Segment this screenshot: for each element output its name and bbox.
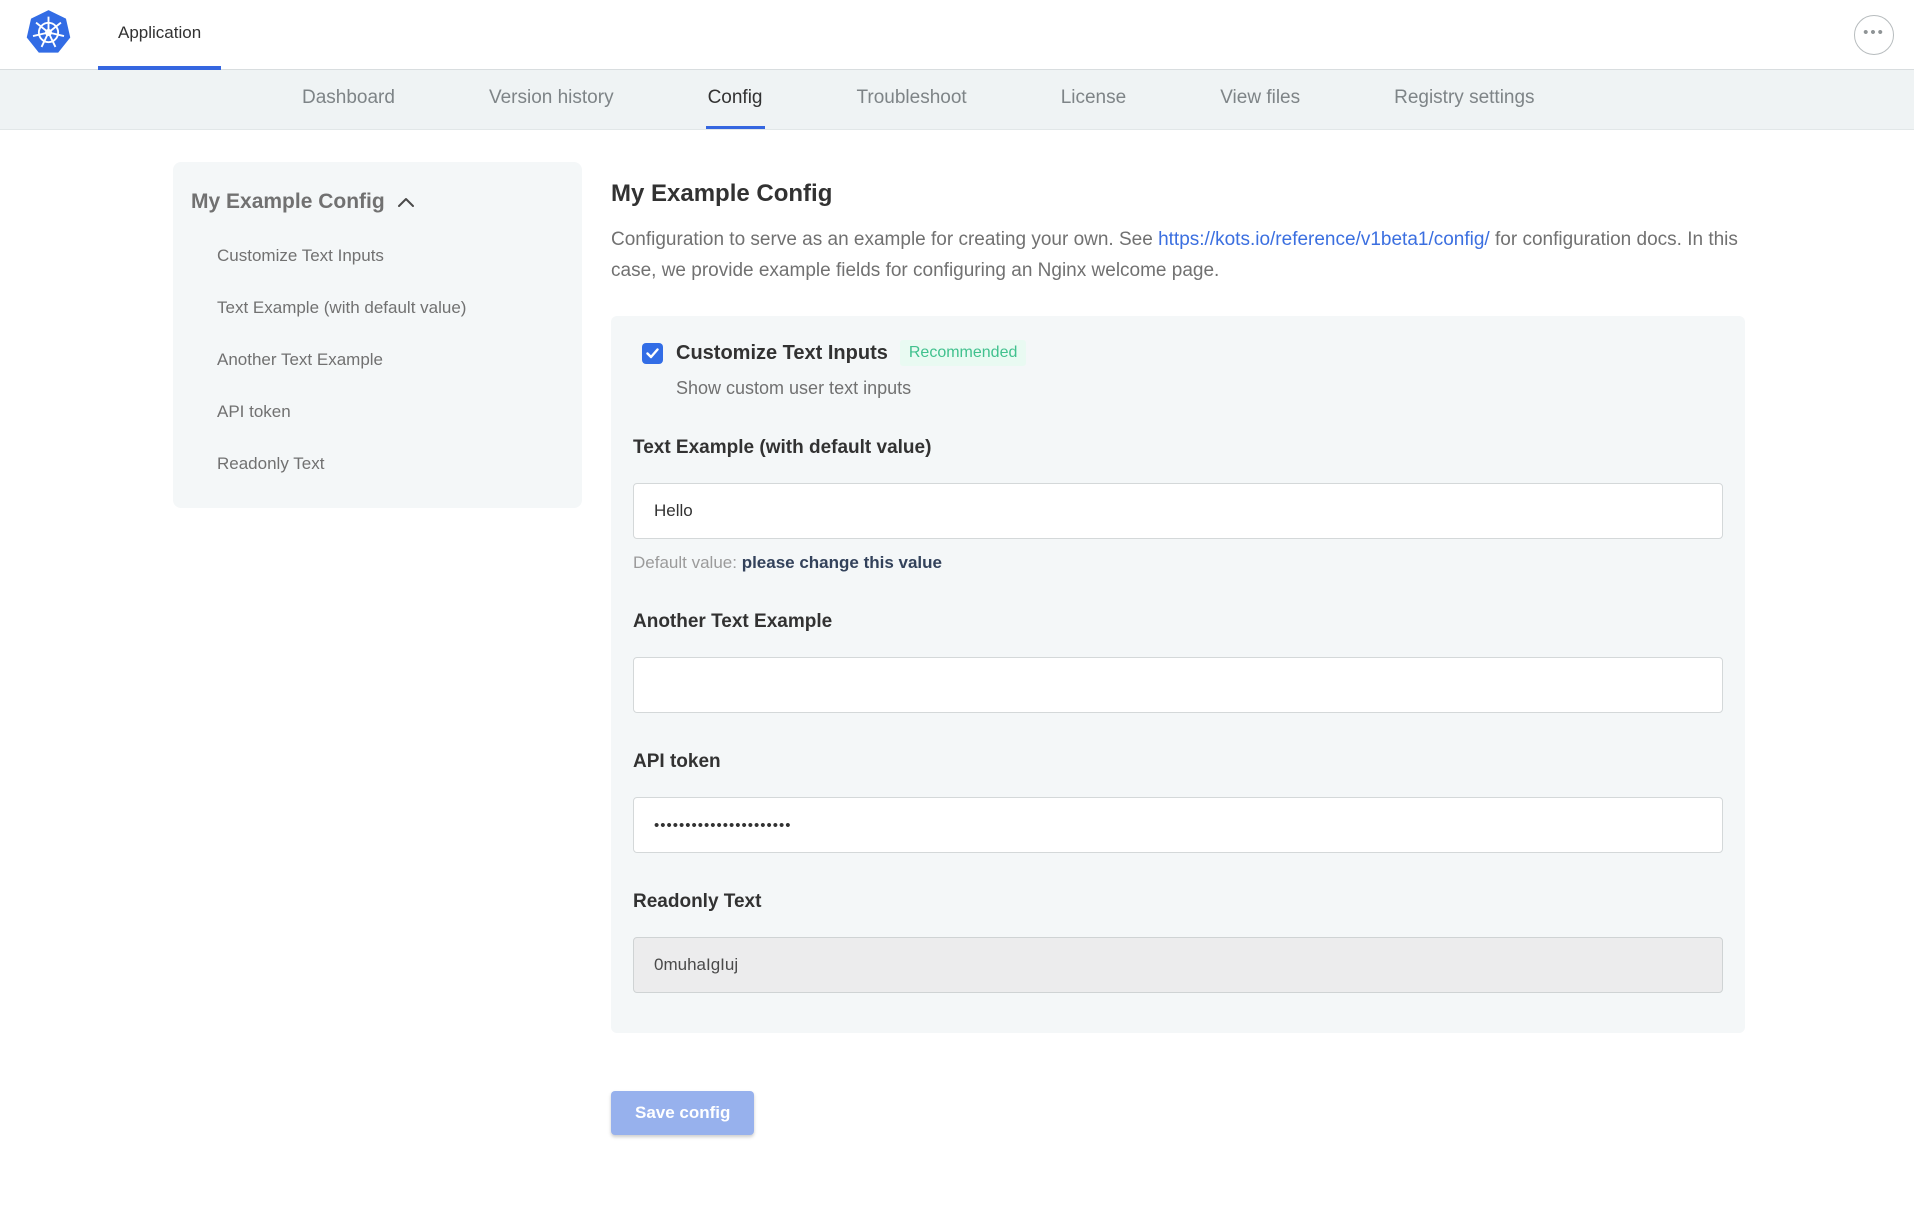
sidebar-item-customize-text-inputs[interactable]: Customize Text Inputs (217, 246, 560, 266)
page-title: My Example Config (611, 180, 1745, 208)
tab-view-files[interactable]: View files (1218, 70, 1302, 129)
text-example-label: Text Example (with default value) (633, 437, 1723, 459)
chevron-up-icon (397, 190, 415, 214)
another-text-example-input[interactable] (633, 657, 1723, 713)
config-docs-link[interactable]: https://kots.io/reference/v1beta1/config… (1158, 229, 1490, 250)
another-text-example-label: Another Text Example (633, 611, 1723, 633)
tab-label: View files (1220, 87, 1300, 109)
tab-troubleshoot[interactable]: Troubleshoot (855, 70, 969, 129)
tab-label: Config (708, 87, 763, 109)
api-token-input[interactable] (633, 797, 1723, 853)
sidebar-group-toggle[interactable]: My Example Config (187, 190, 560, 214)
tab-label: Version history (489, 87, 614, 109)
tab-license[interactable]: License (1059, 70, 1129, 129)
app-header: Application ••• (0, 0, 1914, 70)
config-group-panel: Customize Text Inputs Recommended Show c… (611, 316, 1745, 1033)
ellipsis-icon: ••• (1863, 25, 1885, 44)
customize-text-inputs-row: Customize Text Inputs Recommended (633, 340, 1723, 366)
customize-text-inputs-label[interactable]: Customize Text Inputs (676, 342, 888, 365)
tab-registry-settings[interactable]: Registry settings (1392, 70, 1536, 129)
recommended-badge: Recommended (900, 340, 1027, 366)
api-token-label: API token (633, 751, 1723, 773)
sidebar-item-another-text-example[interactable]: Another Text Example (217, 350, 560, 370)
description-text-before: Configuration to serve as an example for… (611, 229, 1158, 250)
kubernetes-logo-icon (25, 9, 72, 61)
customize-text-inputs-checkbox[interactable] (642, 343, 663, 364)
logo-wrap (0, 0, 72, 69)
config-main-column: My Example Config Configuration to serve… (611, 130, 1745, 1135)
save-config-button[interactable]: Save config (611, 1091, 754, 1135)
app-tab-application[interactable]: Application (98, 0, 221, 70)
tab-label: License (1061, 87, 1127, 109)
tab-version-history[interactable]: Version history (487, 70, 616, 129)
sidebar-item-list: Customize Text Inputs Text Example (with… (187, 246, 560, 474)
tab-label: Troubleshoot (857, 87, 967, 109)
readonly-text-input (633, 937, 1723, 993)
app-tab-label: Application (118, 23, 201, 43)
customize-text-inputs-help: Show custom user text inputs (676, 378, 1723, 399)
tab-label: Dashboard (302, 87, 395, 109)
text-example-input[interactable] (633, 483, 1723, 539)
sidebar-item-text-example[interactable]: Text Example (with default value) (217, 298, 560, 318)
tab-dashboard[interactable]: Dashboard (300, 70, 397, 129)
sidebar-group-title: My Example Config (191, 190, 385, 214)
text-example-default-helper: Default value: please change this value (633, 553, 1723, 573)
config-groups-sidebar: My Example Config Customize Text Inputs … (173, 162, 582, 508)
content-area: My Example Config Customize Text Inputs … (0, 130, 1914, 1135)
more-menu-button[interactable]: ••• (1854, 15, 1894, 55)
subnav-tabbar: Dashboard Version history Config Trouble… (0, 70, 1914, 130)
page-description: Configuration to serve as an example for… (611, 224, 1745, 286)
default-value-prefix: Default value: (633, 553, 742, 572)
tab-label: Registry settings (1394, 87, 1534, 109)
tab-config[interactable]: Config (706, 70, 765, 129)
default-value-text: please change this value (742, 553, 942, 572)
sidebar-item-readonly-text[interactable]: Readonly Text (217, 454, 560, 474)
sidebar-item-api-token[interactable]: API token (217, 402, 560, 422)
header-right: ••• (1854, 0, 1914, 69)
readonly-text-label: Readonly Text (633, 891, 1723, 913)
